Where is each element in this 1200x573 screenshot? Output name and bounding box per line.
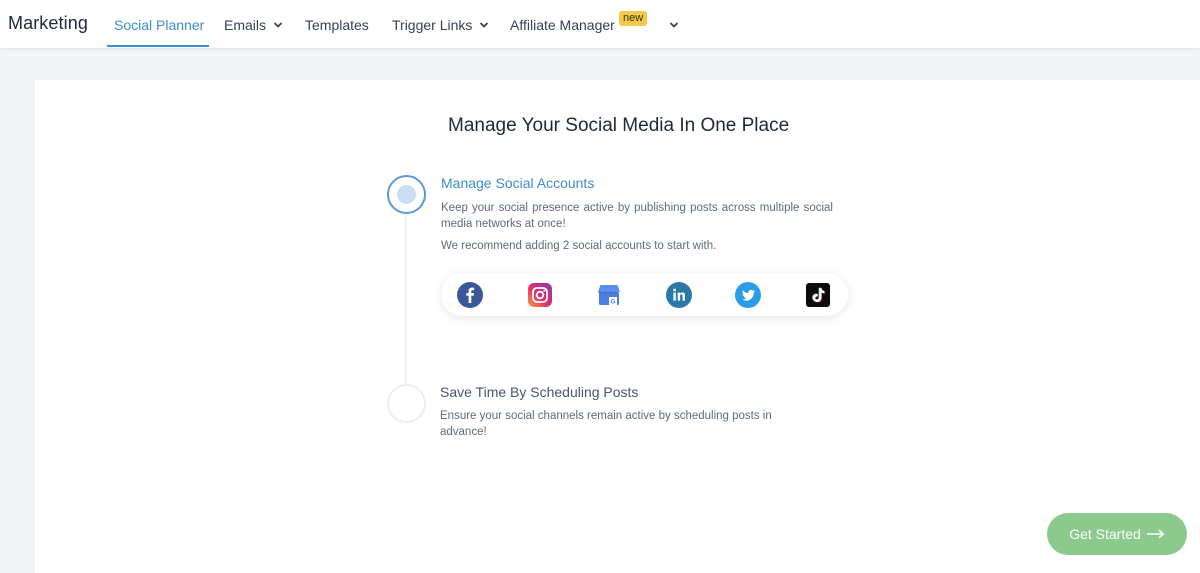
timeline-connector	[405, 214, 407, 384]
step-1-active-dot	[397, 185, 416, 204]
step-2-title: Save Time By Scheduling Posts	[440, 384, 639, 400]
twitter-icon[interactable]	[735, 282, 761, 308]
tab-social-planner[interactable]: Social Planner	[114, 17, 204, 33]
more-tabs-chevron-icon[interactable]	[669, 20, 679, 30]
onboarding-headline: Manage Your Social Media In One Place	[448, 115, 790, 136]
tab-label: Emails	[224, 17, 267, 33]
social-accounts-bar: G	[441, 273, 848, 316]
step-1-indicator	[387, 175, 426, 214]
get-started-button[interactable]: Get Started	[1047, 513, 1187, 555]
step-1-description: Keep your social presence active by publ…	[441, 202, 833, 230]
new-badge: new	[619, 11, 648, 26]
tab-label: Affiliate Manager	[510, 17, 615, 33]
active-tab-indicator	[107, 45, 209, 47]
page-title: Marketing	[8, 13, 88, 33]
step-1-recommendation: We recommend adding 2 social accounts to…	[441, 240, 717, 252]
onboarding-card	[35, 80, 1200, 573]
chevron-down-icon	[480, 22, 489, 28]
tab-emails[interactable]: Emails	[224, 17, 283, 33]
tab-affiliate-manager[interactable]: Affiliate Manager	[510, 17, 615, 33]
tab-label: Templates	[305, 17, 369, 33]
step-2-indicator	[387, 384, 426, 423]
tab-label: Social Planner	[114, 17, 205, 33]
svg-text:G: G	[610, 299, 615, 306]
tab-trigger-links[interactable]: Trigger Links	[392, 17, 489, 33]
tab-templates[interactable]: Templates	[305, 17, 369, 33]
chevron-down-icon	[273, 22, 283, 28]
step-2-description: Ensure your social channels remain activ…	[440, 410, 772, 438]
get-started-label: Get Started	[1069, 526, 1141, 542]
tab-label: Trigger Links	[392, 17, 473, 33]
step-1-title: Manage Social Accounts	[441, 175, 595, 191]
instagram-icon[interactable]	[527, 282, 553, 308]
tiktok-icon[interactable]	[805, 282, 831, 308]
google-business-icon[interactable]: G	[596, 282, 622, 308]
arrow-right-icon	[1146, 529, 1165, 539]
linkedin-icon[interactable]	[666, 282, 692, 308]
facebook-icon[interactable]	[457, 282, 483, 308]
top-nav: Marketing Social Planner Emails Template…	[0, 0, 1200, 49]
